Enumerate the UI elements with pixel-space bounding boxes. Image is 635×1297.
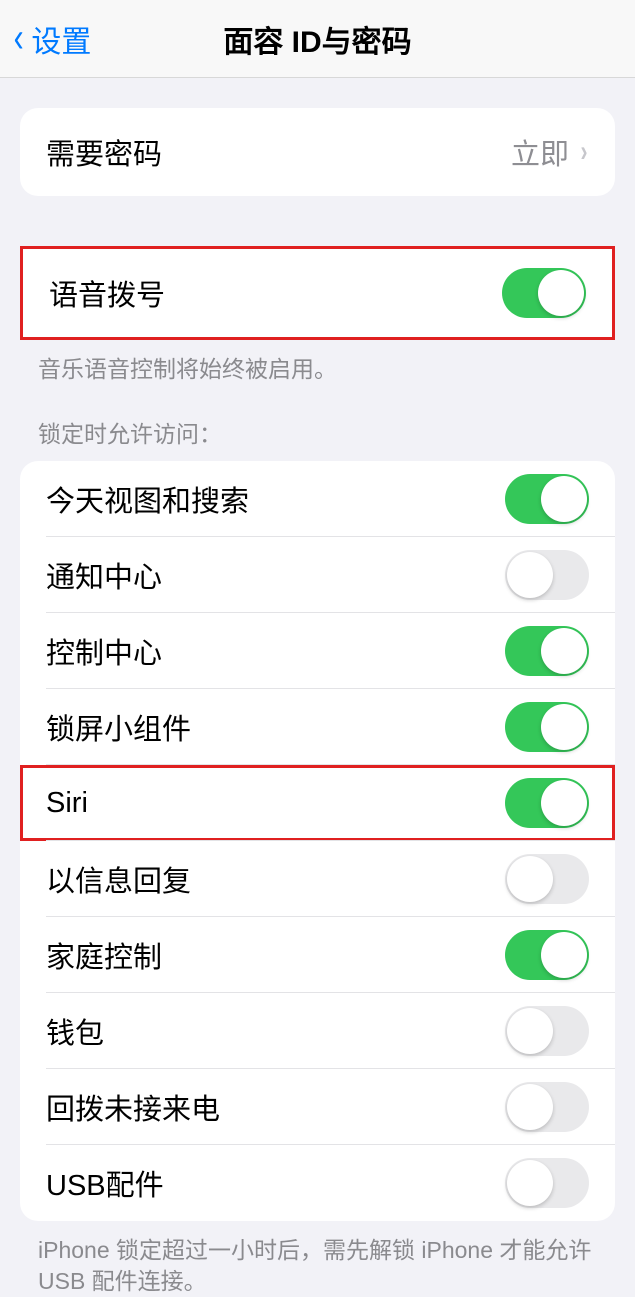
content-scroll[interactable]: 需要密码 立即 › 语音拨号 音乐语音控制将始终被启用。 锁定时允许访问： 今天… xyxy=(0,108,635,1297)
lock-access-label: USB配件 xyxy=(46,1162,505,1204)
lock-access-switch[interactable] xyxy=(505,626,589,676)
lock-access-row: 回拨未接来电 xyxy=(20,1069,615,1145)
lock-access-switch[interactable] xyxy=(505,1082,589,1132)
lock-access-label: 钱包 xyxy=(46,1010,505,1052)
voice-dial-label: 语音拨号 xyxy=(49,272,502,314)
voice-dial-row: 语音拨号 xyxy=(23,249,612,337)
lock-access-label: 家庭控制 xyxy=(46,934,505,976)
lock-access-switch[interactable] xyxy=(505,702,589,752)
lock-access-label: 控制中心 xyxy=(46,630,505,672)
lock-access-row: 控制中心 xyxy=(20,613,615,689)
voice-dial-group: 语音拨号 xyxy=(20,246,615,340)
page-title: 面容 ID与密码 xyxy=(0,17,635,61)
chevron-right-icon: › xyxy=(581,135,588,169)
back-button[interactable]: ‹ 设置 xyxy=(12,16,91,61)
lock-access-footer: iPhone 锁定超过一小时后，需先解锁 iPhone 才能允许 USB 配件连… xyxy=(38,1235,597,1297)
lock-access-label: 锁屏小组件 xyxy=(46,706,505,748)
nav-bar: ‹ 设置 面容 ID与密码 xyxy=(0,0,635,78)
lock-access-header: 锁定时允许访问： xyxy=(38,415,597,449)
lock-access-switch[interactable] xyxy=(505,854,589,904)
lock-access-label: 通知中心 xyxy=(46,554,505,596)
lock-access-row: 通知中心 xyxy=(20,537,615,613)
lock-access-switch[interactable] xyxy=(505,1006,589,1056)
lock-access-label: 今天视图和搜索 xyxy=(46,478,505,520)
lock-access-row: Siri xyxy=(20,765,615,841)
lock-access-switch[interactable] xyxy=(505,550,589,600)
back-label: 设置 xyxy=(31,17,91,61)
lock-access-switch[interactable] xyxy=(505,474,589,524)
passcode-group: 需要密码 立即 › xyxy=(20,108,615,196)
lock-access-group: 今天视图和搜索通知中心控制中心锁屏小组件 Siri 以信息回复家庭控制钱包回拨未接来… xyxy=(20,461,615,1221)
lock-access-row: USB配件 xyxy=(20,1145,615,1221)
require-passcode-label: 需要密码 xyxy=(46,131,511,173)
require-passcode-row[interactable]: 需要密码 立即 › xyxy=(20,108,615,196)
lock-access-row: 钱包 xyxy=(20,993,615,1069)
voice-dial-footer: 音乐语音控制将始终被启用。 xyxy=(38,354,597,385)
voice-dial-switch[interactable] xyxy=(502,268,586,318)
chevron-left-icon: ‹ xyxy=(14,15,24,62)
lock-access-switch[interactable] xyxy=(505,930,589,980)
lock-access-switch[interactable] xyxy=(505,778,589,828)
lock-access-row: 以信息回复 xyxy=(20,841,615,917)
lock-access-label: 回拨未接来电 xyxy=(46,1086,505,1128)
lock-access-switch[interactable] xyxy=(505,1158,589,1208)
lock-access-row: 锁屏小组件 xyxy=(20,689,615,765)
lock-access-row: 家庭控制 xyxy=(20,917,615,993)
lock-access-row: 今天视图和搜索 xyxy=(20,461,615,537)
lock-access-label: 以信息回复 xyxy=(46,858,505,900)
lock-access-label: Siri xyxy=(46,787,505,820)
require-passcode-value: 立即 xyxy=(511,131,569,173)
